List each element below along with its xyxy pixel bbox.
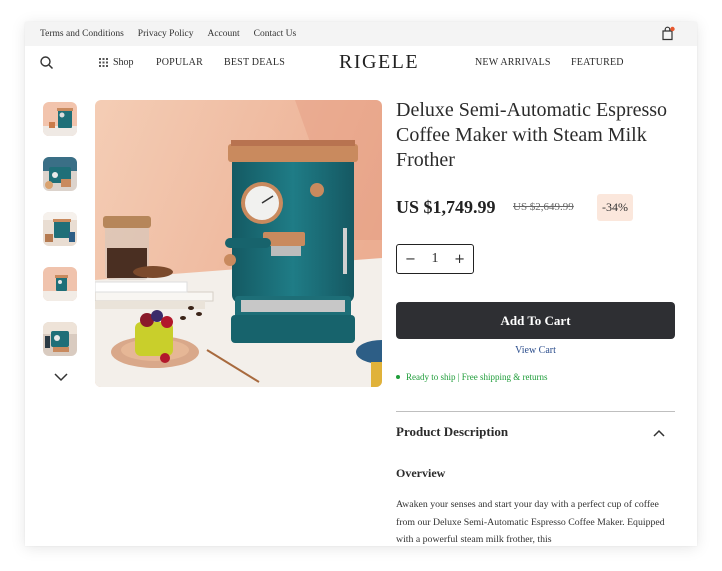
product-description-heading[interactable]: Product Description (396, 424, 508, 440)
discount-badge: -34% (597, 194, 633, 221)
product-thumbnail[interactable] (43, 212, 77, 246)
shipping-status: Ready to ship | Free shipping & returns (396, 372, 548, 382)
utility-links: Terms and Conditions Privacy Policy Acco… (40, 22, 296, 46)
shipping-text: Ready to ship | Free shipping & returns (406, 372, 548, 382)
product-page: Terms and Conditions Privacy Policy Acco… (25, 22, 697, 546)
decrease-quantity-button[interactable]: − (405, 252, 416, 267)
account-link[interactable]: Account (207, 29, 239, 39)
product-title: Deluxe Semi-Automatic Espresso Coffee Ma… (396, 99, 668, 171)
original-price: US $2,649.99 (513, 201, 574, 213)
grid-icon (99, 58, 108, 67)
nav-new-arrivals[interactable]: NEW ARRIVALS (475, 57, 551, 68)
quantity-stepper: − 1 + (396, 244, 474, 274)
main-product-image (95, 100, 382, 387)
description-text: Awaken your senses and start your day wi… (396, 499, 665, 545)
thumbnail-gallery (43, 102, 79, 377)
utility-bar: Terms and Conditions Privacy Policy Acco… (25, 22, 697, 46)
divider (396, 411, 675, 412)
overview-heading: Overview (396, 466, 446, 480)
chevron-up-icon[interactable] (652, 428, 666, 438)
product-thumbnail[interactable] (43, 157, 77, 191)
main-nav: Shop POPULAR BEST DEALS RIGELE NEW ARRIV… (25, 46, 697, 84)
chevron-down-icon[interactable] (53, 371, 69, 383)
shop-menu[interactable]: Shop (99, 57, 134, 68)
product-thumbnail[interactable] (43, 267, 77, 301)
nav-popular[interactable]: POPULAR (156, 57, 203, 68)
add-to-cart-button[interactable]: Add To Cart (396, 302, 675, 339)
shopping-bag-icon[interactable] (661, 26, 675, 41)
shop-label: Shop (113, 57, 134, 68)
product-thumbnail[interactable] (43, 102, 77, 136)
nav-featured[interactable]: FEATURED (571, 57, 624, 68)
quantity-value[interactable]: 1 (432, 251, 439, 267)
privacy-link[interactable]: Privacy Policy (138, 29, 194, 39)
product-thumbnail[interactable] (43, 322, 77, 356)
increase-quantity-button[interactable]: + (454, 252, 465, 267)
terms-link[interactable]: Terms and Conditions (40, 29, 124, 39)
search-icon[interactable] (39, 55, 55, 71)
brand-logo[interactable]: RIGELE (339, 51, 419, 74)
product-price: US $1,749.99 (396, 197, 496, 217)
nav-best-deals[interactable]: BEST DEALS (224, 57, 285, 68)
contact-link[interactable]: Contact Us (254, 29, 296, 39)
view-cart-link[interactable]: View Cart (396, 345, 675, 356)
status-dot-icon (396, 375, 400, 379)
